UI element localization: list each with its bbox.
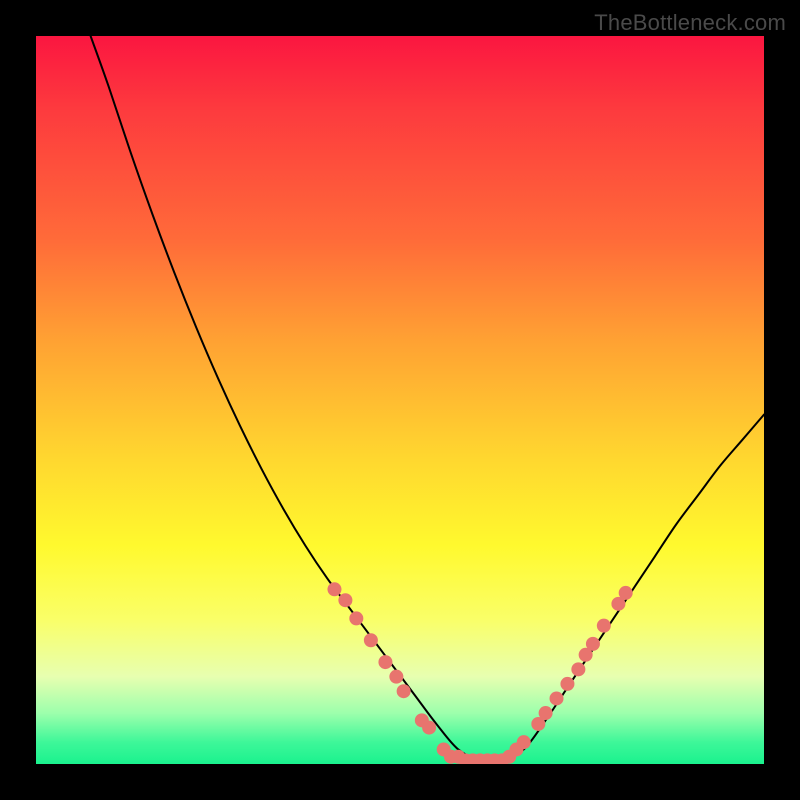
highlight-point (619, 586, 633, 600)
highlight-point (517, 735, 531, 749)
highlight-markers (327, 582, 632, 764)
highlight-point (389, 670, 403, 684)
highlight-point (597, 619, 611, 633)
highlight-point (349, 611, 363, 625)
highlight-point (571, 662, 585, 676)
highlight-point (378, 655, 392, 669)
highlight-point (364, 633, 378, 647)
chart-svg (36, 36, 764, 764)
highlight-point (327, 582, 341, 596)
watermark-text: TheBottleneck.com (594, 10, 786, 36)
highlight-point (397, 684, 411, 698)
highlight-point (586, 637, 600, 651)
chart-frame: TheBottleneck.com (0, 0, 800, 800)
curve-group (91, 36, 764, 762)
plot-area (36, 36, 764, 764)
highlight-point (560, 677, 574, 691)
highlight-point (422, 721, 436, 735)
highlight-point (338, 593, 352, 607)
highlight-point (550, 691, 564, 705)
bottleneck-curve (91, 36, 764, 762)
highlight-point (539, 706, 553, 720)
